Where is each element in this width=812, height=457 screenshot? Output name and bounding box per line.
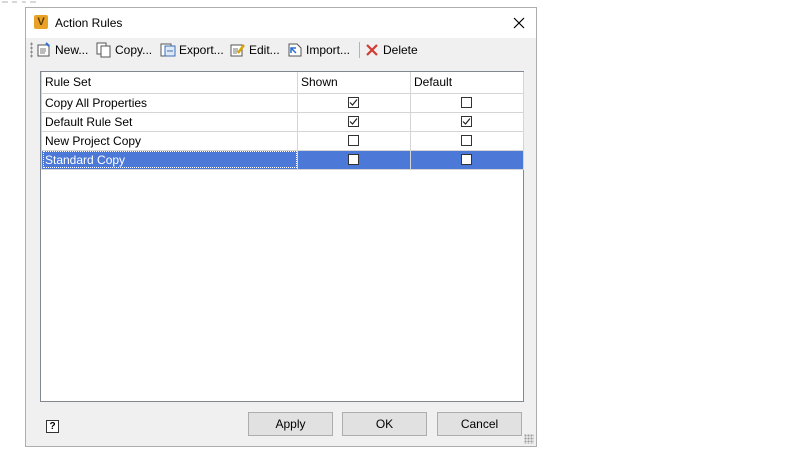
new-document-icon xyxy=(37,42,50,57)
table-row[interactable]: Default Rule Set xyxy=(41,111,524,132)
default-cell xyxy=(410,111,524,132)
close-icon xyxy=(513,17,525,29)
import-button[interactable]: Import... xyxy=(287,41,350,59)
edit-label: Edit... xyxy=(249,43,280,57)
shown-cell xyxy=(297,130,411,151)
shown-checkbox[interactable] xyxy=(348,96,359,108)
toolbar-grip[interactable] xyxy=(30,42,33,58)
delete-label: Delete xyxy=(383,43,418,57)
export-label: Export... xyxy=(179,43,224,57)
shown-cell xyxy=(297,92,411,113)
shown-cell xyxy=(297,111,411,132)
export-button[interactable]: Export... xyxy=(160,41,224,59)
checkmark-icon xyxy=(462,117,471,125)
rule-set-name[interactable]: Standard Copy xyxy=(41,149,298,170)
checkmark-icon xyxy=(349,98,358,106)
rule-set-name[interactable]: Copy All Properties xyxy=(41,92,298,113)
table-row-selected[interactable]: Standard Copy xyxy=(41,149,524,170)
import-label: Import... xyxy=(306,43,351,57)
shown-checkbox[interactable] xyxy=(348,134,359,146)
copy-icon xyxy=(96,42,111,58)
new-button[interactable]: New... xyxy=(36,41,88,59)
grid-header-row: Rule Set Shown Default xyxy=(41,72,524,94)
column-header-rule-set[interactable]: Rule Set xyxy=(41,72,298,94)
import-icon xyxy=(288,43,302,57)
export-icon xyxy=(160,43,176,57)
rule-set-grid[interactable]: Rule Set Shown Default Copy All Properti… xyxy=(40,71,524,402)
column-header-shown[interactable]: Shown xyxy=(297,72,411,94)
default-cell xyxy=(410,149,524,170)
background-fragment xyxy=(2,1,36,3)
delete-icon xyxy=(366,44,378,56)
title-bar: V Action Rules xyxy=(26,8,536,38)
shown-cell xyxy=(297,149,411,170)
apply-button[interactable]: Apply xyxy=(248,412,333,436)
default-checkbox[interactable] xyxy=(461,96,472,108)
column-header-default[interactable]: Default xyxy=(410,72,524,94)
copy-label: Copy... xyxy=(115,43,153,57)
copy-button[interactable]: Copy... xyxy=(96,41,152,59)
default-checkbox[interactable] xyxy=(461,134,472,146)
cancel-button[interactable]: Cancel xyxy=(437,412,522,436)
dialog-title: Action Rules xyxy=(55,16,123,30)
resize-grip[interactable] xyxy=(524,434,534,444)
shown-checkbox[interactable] xyxy=(348,115,359,127)
shown-checkbox[interactable] xyxy=(348,153,359,165)
delete-button[interactable]: Delete xyxy=(364,41,418,59)
rule-set-name[interactable]: Default Rule Set xyxy=(41,111,298,132)
ok-button[interactable]: OK xyxy=(342,412,427,436)
edit-icon xyxy=(230,44,245,57)
new-label: New... xyxy=(55,43,89,57)
action-rules-dialog: V Action Rules New... Copy... Export... … xyxy=(25,7,537,447)
rule-set-name[interactable]: New Project Copy xyxy=(41,130,298,151)
help-button[interactable]: ? xyxy=(46,420,59,433)
table-row[interactable]: New Project Copy xyxy=(41,130,524,151)
toolbar-separator xyxy=(359,42,360,58)
default-checkbox[interactable] xyxy=(461,115,472,127)
edit-button[interactable]: Edit... xyxy=(230,41,280,59)
default-cell xyxy=(410,130,524,151)
rule-set-table: Rule Set Shown Default Copy All Properti… xyxy=(41,72,524,170)
checkmark-icon xyxy=(349,117,358,125)
close-button[interactable] xyxy=(506,10,532,36)
table-row[interactable]: Copy All Properties xyxy=(41,92,524,113)
default-checkbox[interactable] xyxy=(461,153,472,165)
toolbar: New... Copy... Export... Edit... Import.… xyxy=(26,38,536,62)
default-cell xyxy=(410,92,524,113)
app-logo-icon: V xyxy=(34,15,48,29)
